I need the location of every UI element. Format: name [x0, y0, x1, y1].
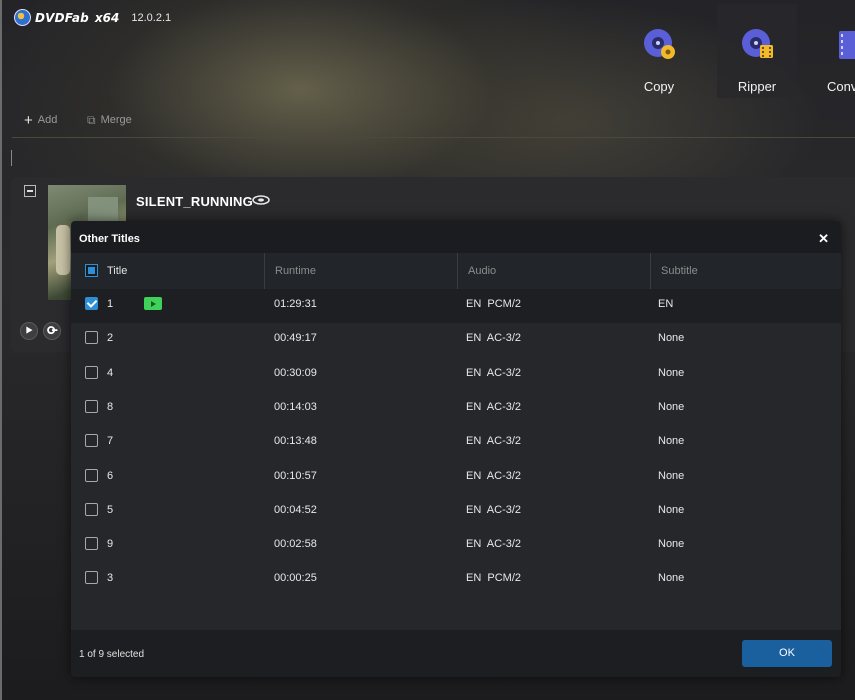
titles-table: 1 01:29:31 EN PCM/2 EN 2 00:49:17 EN AC-… [71, 289, 841, 630]
column-runtime[interactable]: Runtime [264, 253, 457, 289]
cell-subtitle: None [658, 400, 685, 413]
table-row[interactable]: 3 00:00:25 EN PCM/2 None [71, 563, 841, 597]
row-checkbox[interactable] [85, 365, 98, 379]
row-checkbox[interactable] [85, 468, 98, 482]
cell-subtitle: EN [658, 298, 674, 310]
column-title[interactable]: Title [71, 253, 264, 289]
cell-audio: EN AC-3/2 [466, 503, 522, 516]
column-subtitle[interactable]: Subtitle [650, 253, 841, 289]
column-audio[interactable]: Audio [457, 253, 650, 289]
collapse-button[interactable] [24, 185, 36, 197]
play-icon [26, 326, 33, 334]
cell-subtitle: None [658, 572, 685, 585]
table-row[interactable]: 5 00:04:52 EN AC-3/2 None [71, 495, 841, 529]
cell-runtime: 00:49:17 [274, 332, 317, 345]
table-row[interactable]: 6 00:10:57 EN AC-3/2 None [71, 461, 841, 495]
dialog-footer: 1 of 9 selected OK [71, 630, 841, 677]
table-row[interactable]: 2 00:49:17 EN AC-3/2 None [71, 323, 841, 357]
cell-subtitle: None [658, 469, 685, 482]
cell-subtitle: None [658, 366, 685, 379]
wrench-icon [47, 326, 58, 335]
merge-label: Merge [100, 114, 132, 126]
cell-audio: EN AC-3/2 [466, 366, 522, 379]
dvdfab-logo-icon [14, 9, 31, 26]
window-edge [0, 0, 2, 700]
row-checkbox[interactable] [85, 502, 98, 516]
cell-title: 3 [107, 572, 114, 585]
table-row[interactable]: 7 00:13:48 EN AC-3/2 None [71, 426, 841, 460]
mode-label-copy: Copy [643, 79, 675, 94]
cell-title: 6 [107, 469, 114, 482]
cell-subtitle: None [658, 332, 685, 345]
mode-label-converter: Conv [827, 79, 855, 94]
merge-icon: ⧉ [87, 112, 96, 127]
cell-runtime: 00:00:25 [274, 572, 317, 585]
cell-runtime: 00:10:57 [274, 469, 317, 482]
cell-title: 8 [107, 400, 114, 413]
add-label: Add [37, 114, 58, 126]
cell-audio: EN PCM/2 [466, 298, 522, 310]
mode-tab-ripper[interactable]: Ripper [717, 4, 797, 98]
row-checkbox[interactable] [85, 399, 98, 413]
logo-text: DVDFab [35, 10, 89, 25]
merge-button[interactable]: ⧉ Merge [87, 112, 132, 127]
row-checkbox[interactable] [85, 331, 98, 345]
cell-title: 9 [107, 538, 114, 551]
cell-runtime: 00:14:03 [274, 400, 317, 413]
table-header: Title Runtime Audio Subtitle [71, 253, 841, 289]
cell-audio: EN AC-3/2 [466, 435, 522, 448]
app-logo: DVDFab x64 12.0.2.1 [14, 9, 171, 26]
cell-title: 2 [107, 332, 114, 345]
mode-tab-copy[interactable]: Copy [619, 4, 699, 98]
cell-runtime: 01:29:31 [274, 298, 317, 310]
cell-title: 7 [107, 435, 114, 448]
toolbar-divider [12, 137, 855, 138]
plus-icon: + [24, 111, 33, 129]
row-checkbox[interactable] [85, 434, 98, 448]
preview-play-icon[interactable] [144, 297, 162, 310]
play-button[interactable] [20, 322, 38, 340]
cell-runtime: 00:30:09 [274, 366, 317, 379]
mode-label-ripper: Ripper [737, 79, 777, 94]
selected-count: 1 of 9 selected [79, 649, 145, 660]
mode-tab-converter[interactable]: Conv [815, 4, 855, 98]
row-checkbox[interactable] [85, 297, 98, 310]
table-row[interactable]: 1 01:29:31 EN PCM/2 EN [71, 289, 841, 324]
table-row[interactable]: 8 00:14:03 EN AC-3/2 None [71, 392, 841, 426]
row-checkbox[interactable] [85, 571, 98, 585]
other-titles-dialog: Other Titles ✕ Title Runtime Audio Subti… [71, 221, 841, 677]
row-checkbox[interactable] [85, 537, 98, 551]
dialog-title: Other Titles [79, 233, 140, 245]
cell-runtime: 00:04:52 [274, 503, 317, 516]
cell-audio: EN AC-3/2 [466, 469, 522, 482]
converter-icon [839, 31, 855, 59]
cell-title: 1 [107, 298, 114, 310]
app-version: 12.0.2.1 [131, 11, 172, 24]
cell-runtime: 00:02:58 [274, 538, 317, 551]
cell-subtitle: None [658, 503, 685, 516]
cell-subtitle: None [658, 538, 685, 551]
ripper-disc-icon [742, 29, 773, 58]
ok-button[interactable]: OK [742, 640, 832, 667]
cell-title: 5 [107, 503, 114, 516]
cell-audio: EN AC-3/2 [466, 400, 522, 413]
add-button[interactable]: + Add [24, 111, 58, 129]
cell-audio: EN AC-3/2 [466, 332, 522, 345]
cell-audio: EN PCM/2 [466, 572, 522, 585]
table-row[interactable]: 4 00:30:09 EN AC-3/2 None [71, 358, 841, 392]
cell-audio: EN AC-3/2 [466, 538, 522, 551]
settings-button[interactable] [43, 322, 61, 340]
logo-arch: x64 [94, 10, 120, 25]
cell-subtitle: None [658, 435, 685, 448]
disc-title: SILENT_RUNNING [136, 194, 253, 209]
table-row[interactable]: 9 00:02:58 EN AC-3/2 None [71, 529, 841, 563]
cell-runtime: 00:13:48 [274, 435, 317, 448]
text-cursor [11, 150, 12, 166]
copy-disc-icon [644, 29, 675, 59]
close-icon[interactable]: ✕ [818, 231, 829, 247]
cell-title: 4 [107, 366, 114, 379]
bluray-icon [252, 195, 270, 205]
